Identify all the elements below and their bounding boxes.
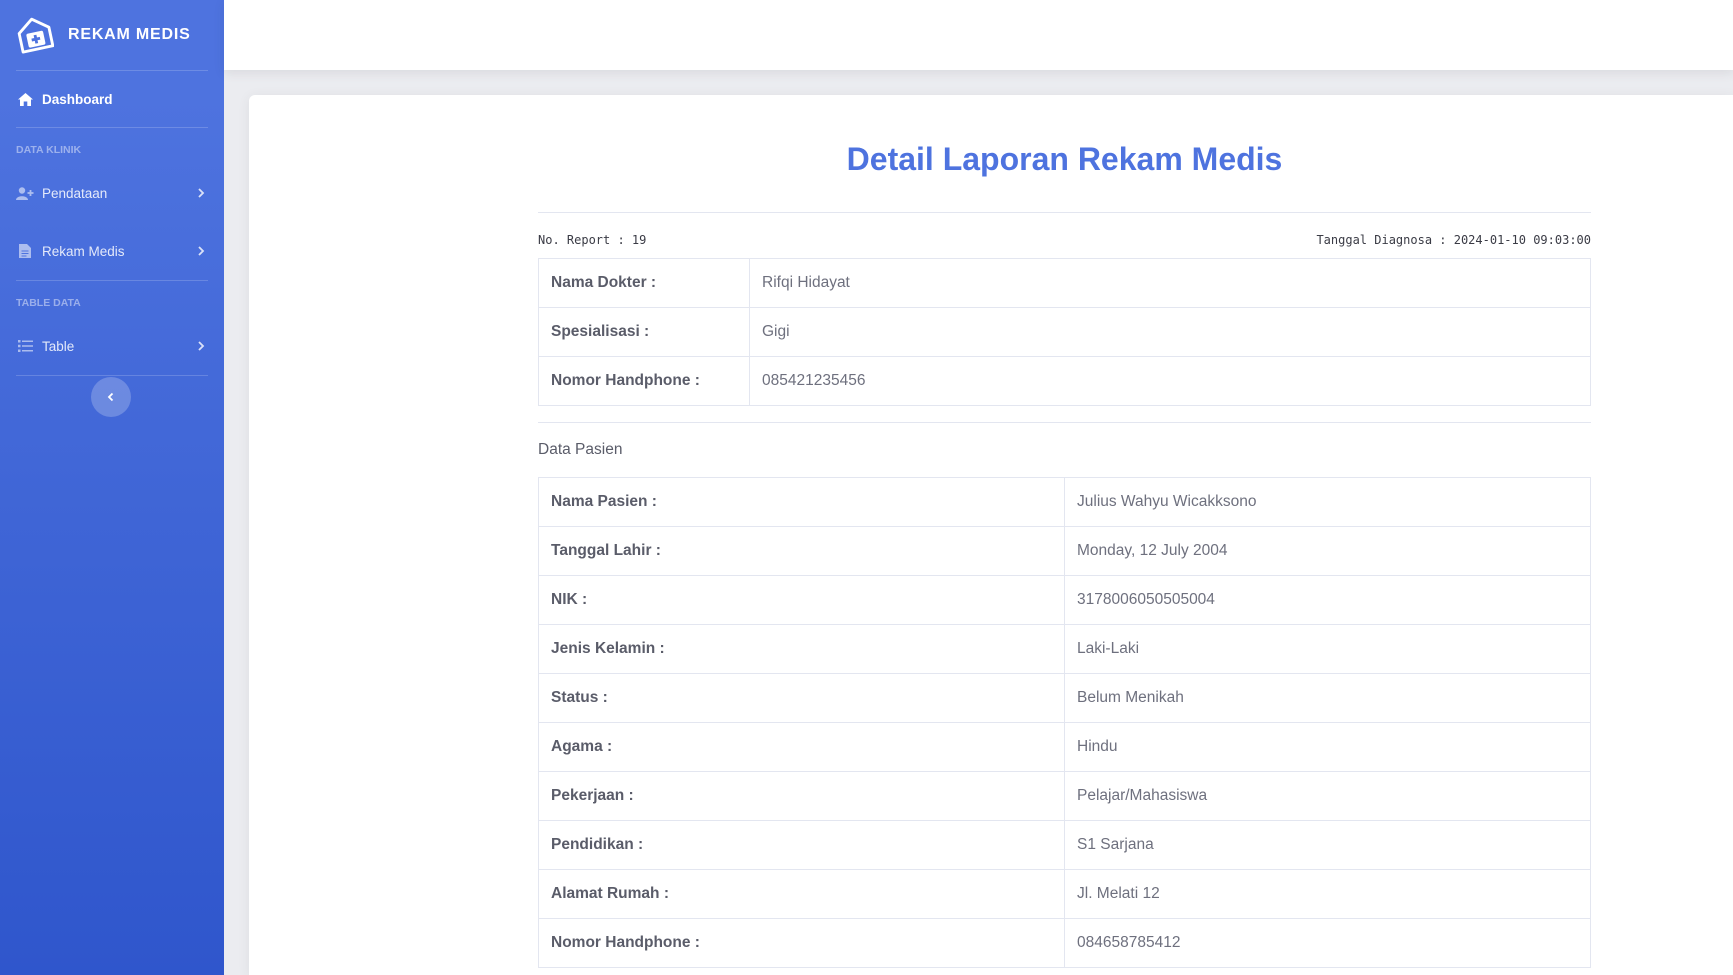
address-value: Jl. Melati 12 xyxy=(1064,869,1591,919)
page-title: Detail Laporan Rekam Medis xyxy=(846,141,1283,177)
nik-label: NIK : xyxy=(538,575,1065,625)
specialization-value: Gigi xyxy=(749,307,1591,357)
marital-status-label: Status : xyxy=(538,673,1065,723)
table-row: Pendidikan : S1 Sarjana xyxy=(538,820,1591,870)
sidebar-divider xyxy=(16,375,208,376)
address-label: Alamat Rumah : xyxy=(538,869,1065,919)
sidebar-heading-data-klinik: DATA KLINIK xyxy=(16,144,82,156)
nik-value: 3178006050505004 xyxy=(1064,575,1591,625)
table-row: Alamat Rumah : Jl. Melati 12 xyxy=(538,869,1591,919)
table-row: Agama : Hindu xyxy=(538,722,1591,772)
sidebar-item-table[interactable]: Table xyxy=(0,317,224,375)
doctor-phone-value: 085421235456 xyxy=(749,356,1591,406)
list-icon xyxy=(16,337,34,355)
birth-date-label: Tanggal Lahir : xyxy=(538,526,1065,576)
patient-phone-value: 084658785412 xyxy=(1064,918,1591,968)
birth-date-value: Monday, 12 July 2004 xyxy=(1064,526,1591,576)
report-content: Detail Laporan Rekam Medis No. Report : … xyxy=(538,95,1591,968)
doctor-table: Nama Dokter : Rifqi Hidayat Spesialisasi… xyxy=(538,258,1591,406)
sidebar-item-pendataan[interactable]: Pendataan xyxy=(0,164,224,222)
patient-name-value: Julius Wahyu Wicakksono xyxy=(1064,477,1591,527)
home-icon xyxy=(16,90,34,108)
report-meta: No. Report : 19 Tanggal Diagnosa : 2024-… xyxy=(538,233,1591,249)
sidebar-item-dashboard[interactable]: Dashboard xyxy=(0,71,224,127)
education-value: S1 Sarjana xyxy=(1064,820,1591,870)
occupation-value: Pelajar/Mahasiswa xyxy=(1064,771,1591,821)
divider xyxy=(538,212,1591,213)
brand-title: REKAM MEDIS xyxy=(68,26,191,43)
report-card: Detail Laporan Rekam Medis No. Report : … xyxy=(249,95,1733,975)
patient-section-title: Data Pasien xyxy=(538,441,623,458)
sidebar-item-label: Dashboard xyxy=(42,91,113,107)
file-icon xyxy=(16,242,34,260)
chevron-right-icon xyxy=(198,246,205,256)
sidebar-brand[interactable]: REKAM MEDIS xyxy=(0,0,224,70)
clinic-logo-icon xyxy=(17,17,54,54)
table-row: Status : Belum Menikah xyxy=(538,673,1591,723)
doctor-name-label: Nama Dokter : xyxy=(538,258,750,308)
table-row: Tanggal Lahir : Monday, 12 July 2004 xyxy=(538,526,1591,576)
chevron-right-icon xyxy=(198,188,205,198)
patient-table: Nama Pasien : Julius Wahyu Wicakksono Tan… xyxy=(538,477,1591,968)
topbar xyxy=(224,0,1733,70)
religion-label: Agama : xyxy=(538,722,1065,772)
table-row: Spesialisasi : Gigi xyxy=(538,307,1591,357)
patient-phone-label: Nomor Handphone : xyxy=(538,918,1065,968)
table-row: Pekerjaan : Pelajar/Mahasiswa xyxy=(538,771,1591,821)
education-label: Pendidikan : xyxy=(538,820,1065,870)
occupation-label: Pekerjaan : xyxy=(538,771,1065,821)
table-row: Nomor Handphone : 085421235456 xyxy=(538,356,1591,406)
chevron-right-icon xyxy=(198,341,205,351)
table-row: Nomor Handphone :084658785412 xyxy=(538,918,1591,968)
religion-value: Hindu xyxy=(1064,722,1591,772)
sidebar-item-label: Pendataan xyxy=(42,185,108,201)
gender-value: Laki-Laki xyxy=(1064,624,1591,674)
report-number: No. Report : 19 xyxy=(538,233,647,247)
gender-label: Jenis Kelamin : xyxy=(538,624,1065,674)
patient-name-label: Nama Pasien : xyxy=(538,477,1065,527)
sidebar-item-rekam-medis[interactable]: Rekam Medis xyxy=(0,222,224,280)
sidebar-toggle-button[interactable] xyxy=(91,377,131,417)
sidebar-heading-table-data: TABLE DATA xyxy=(16,297,81,309)
divider xyxy=(538,422,1591,423)
table-row: Nama Pasien : Julius Wahyu Wicakksono xyxy=(538,477,1591,527)
doctor-name-value: Rifqi Hidayat xyxy=(749,258,1591,308)
table-row: NIK :3178006050505004 xyxy=(538,575,1591,625)
sidebar-item-label: Rekam Medis xyxy=(42,243,125,259)
table-row: Nama Dokter : Rifqi Hidayat xyxy=(538,258,1591,308)
sidebar-item-label: Table xyxy=(42,338,75,354)
user-plus-icon xyxy=(16,184,34,202)
table-row: Jenis Kelamin : Laki-Laki xyxy=(538,624,1591,674)
specialization-label: Spesialisasi : xyxy=(538,307,750,357)
marital-status-value: Belum Menikah xyxy=(1064,673,1591,723)
sidebar: REKAM MEDIS Dashboard DATA KLINIK Pendat… xyxy=(0,0,224,975)
diagnosis-date: Tanggal Diagnosa : 2024-01-10 09:03:00 xyxy=(1316,233,1591,247)
chevron-left-icon xyxy=(107,392,114,402)
doctor-phone-label: Nomor Handphone : xyxy=(538,356,750,406)
